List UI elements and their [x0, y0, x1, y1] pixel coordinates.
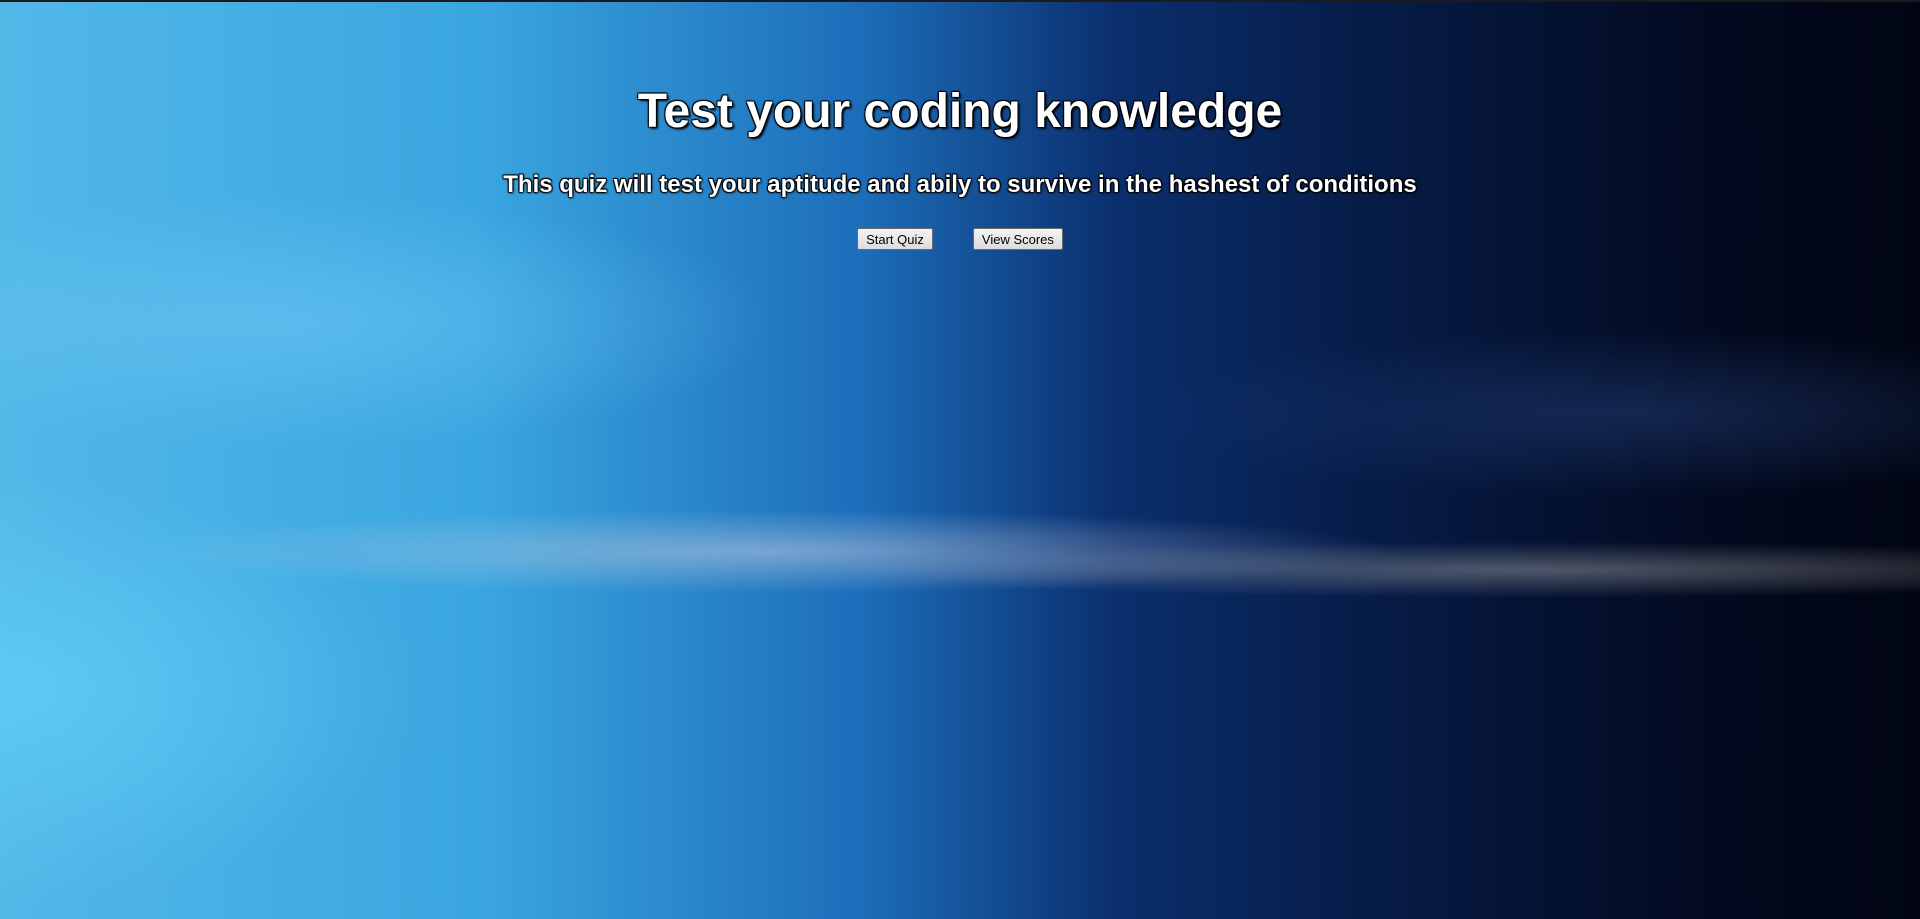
view-scores-button[interactable]: View Scores	[972, 228, 1063, 250]
main-content: Test your coding knowledge This quiz wil…	[0, 0, 1920, 250]
start-quiz-button[interactable]: Start Quiz	[857, 228, 933, 250]
page-title: Test your coding knowledge	[637, 85, 1283, 138]
page-subtitle: This quiz will test your aptitude and ab…	[503, 171, 1417, 198]
action-buttons: Start Quiz View Scores	[0, 228, 1920, 250]
